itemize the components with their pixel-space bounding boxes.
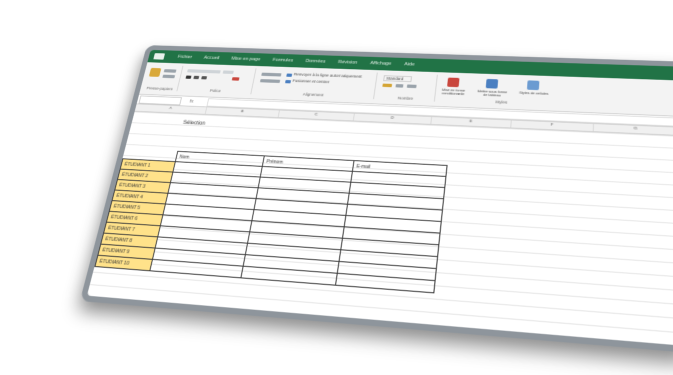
currency-icon[interactable] [382,83,393,88]
percent-icon[interactable] [395,84,404,88]
number-group: Standard Nombre [376,72,438,102]
font-group-label: Police [209,88,222,94]
font-color-icon[interactable] [231,77,240,81]
copy-icon[interactable] [162,74,176,79]
wrap-text-button[interactable]: Renvoyer à la ligne automatiquement [294,72,363,78]
tab-1[interactable]: Accueil [203,56,219,61]
cut-icon[interactable] [163,69,177,73]
cell-styles-button[interactable]: Styles de cellules [517,91,551,96]
worksheet[interactable]: Sélection Nom Prénom E-mail ÉTUDIANT 1 ÉT… [88,111,673,338]
fx-label: fx [189,98,194,104]
align-top-icon[interactable] [261,72,282,77]
conditional-format-button[interactable]: Mise en forme conditionnelle [438,88,468,96]
wrap-text-icon[interactable] [286,73,293,77]
clipboard-group: Presse-papiers [142,64,184,92]
font-size-select[interactable] [222,70,234,74]
tab-5[interactable]: Révision [338,60,358,65]
format-table-button[interactable]: Mettre sous forme de tableau [475,90,509,98]
font-family-select[interactable] [187,69,221,74]
styles-group: Mise en forme conditionnelle Mettre sous… [438,75,568,107]
tab-2[interactable]: Mise en page [231,56,261,62]
conditional-format-icon[interactable] [447,77,460,88]
save-icon[interactable] [153,53,166,60]
font-group: Police [179,65,257,95]
number-group-label: Nombre [397,95,414,101]
align-left-icon[interactable] [259,79,281,84]
alignment-group-label: Alignement [302,92,324,98]
alignment-group: Renvoyer à la ligne automatiquement Fusi… [253,68,378,100]
tab-3[interactable]: Formules [272,58,293,63]
cell-styles-icon[interactable] [526,80,540,91]
format-table-icon[interactable] [485,78,499,89]
merge-center-button[interactable]: Fusionner et centrer [292,79,329,84]
decimal-icon[interactable] [406,84,417,89]
italic-icon[interactable] [193,75,200,80]
underline-icon[interactable] [201,76,208,80]
tab-6[interactable]: Affichage [370,61,392,67]
excel-window: Fichier Accueil Mise en page Formules Donnée… [79,45,673,354]
tab-0[interactable]: Fichier [177,55,192,60]
name-box[interactable] [138,95,183,105]
number-format-select[interactable]: Standard [383,75,413,83]
styles-group-label: Styles [495,99,508,105]
tab-4[interactable]: Données [305,59,326,64]
merge-center-icon[interactable] [285,79,292,84]
bold-icon[interactable] [185,75,192,79]
sheet-title[interactable]: Sélection [182,120,205,126]
tab-7[interactable]: Aide [404,62,415,67]
paste-icon[interactable] [148,67,162,77]
clipboard-group-label: Presse-papiers [146,86,174,92]
